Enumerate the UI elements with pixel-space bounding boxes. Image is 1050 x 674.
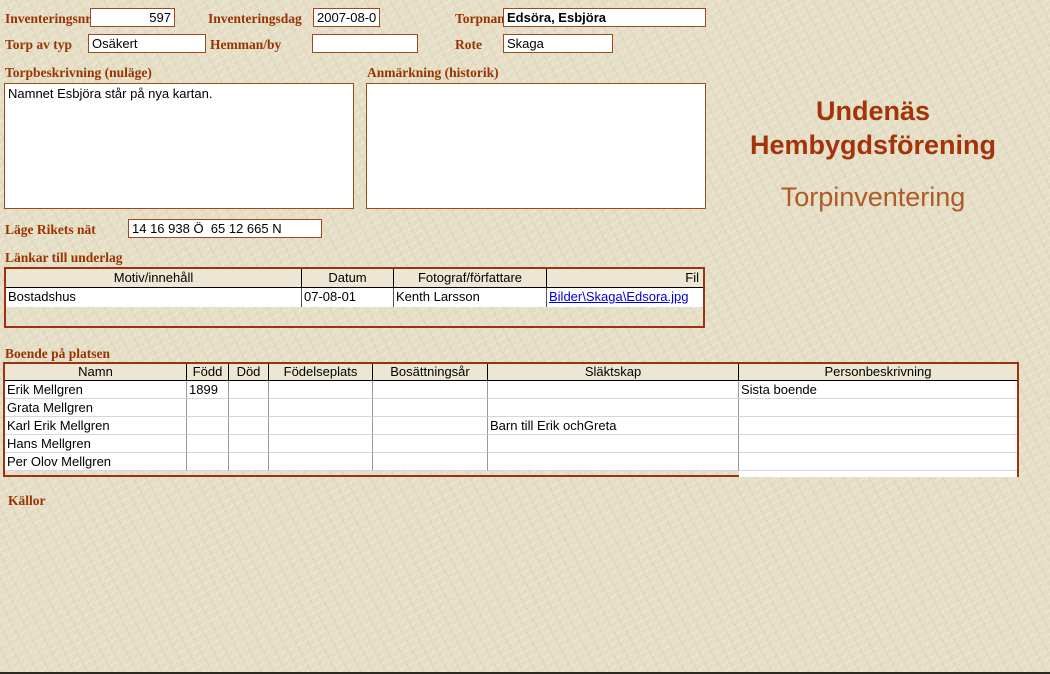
residents-header-personbeskrivning: Personbeskrivning (739, 364, 1017, 381)
resident-kinship (488, 399, 739, 417)
resident-name: Karl Erik Mellgren (5, 417, 187, 435)
rote-input[interactable] (503, 34, 613, 53)
rote-label: Rote (455, 37, 482, 53)
inventeringsdag-input[interactable] (313, 8, 380, 27)
torpinventering-form-page: Inventeringsnr Inventeringsdag Torpnamn … (0, 0, 1050, 674)
resident-died (229, 399, 269, 417)
residents-filler-row (5, 471, 1017, 477)
resident-born (187, 399, 229, 417)
links-cell-fil: Bilder\Skaga\Edsora.jpg (547, 288, 703, 307)
resident-birthplace (269, 399, 373, 417)
resident-died (229, 381, 269, 399)
residents-header-slaktskap: Släktskap (488, 364, 739, 381)
resident-birthplace (269, 381, 373, 399)
resident-description (739, 435, 1017, 453)
links-table-header-row: Motiv/innehåll Datum Fotograf/författare… (6, 269, 703, 288)
inventeringsnr-input[interactable] (90, 8, 175, 27)
resident-died (229, 417, 269, 435)
torp-av-typ-input[interactable] (88, 34, 206, 53)
org-title-line1: Undenäs (712, 94, 1034, 128)
resident-kinship: Barn till Erik ochGreta (488, 417, 739, 435)
resident-kinship (488, 381, 739, 399)
resident-settled-year (373, 417, 488, 435)
resident-settled-year (373, 381, 488, 399)
residents-row-4: Hans Mellgren (5, 435, 1017, 453)
resident-died (229, 453, 269, 471)
residents-header-row: Namn Född Död Födelseplats Bosättningsår… (5, 364, 1017, 381)
inventeringsnr-label: Inventeringsnr (5, 11, 91, 27)
resident-birthplace (269, 417, 373, 435)
torp-av-typ-label: Torp av typ (5, 37, 72, 53)
links-header-motiv: Motiv/innehåll (6, 269, 302, 288)
residents-header-namn: Namn (5, 364, 187, 381)
resident-born (187, 453, 229, 471)
resident-died (229, 435, 269, 453)
links-header-fotograf: Fotograf/författare (394, 269, 547, 288)
torpbeskrivning-textarea[interactable]: Namnet Esbjöra står på nya kartan. (4, 83, 354, 209)
links-header-fil: Fil (547, 269, 703, 288)
org-title-line2: Hembygdsförening (712, 128, 1034, 162)
links-table-empty-row (6, 307, 703, 326)
resident-name: Hans Mellgren (5, 435, 187, 453)
resident-settled-year (373, 453, 488, 471)
resident-description: Sista boende (739, 381, 1017, 399)
resident-name: Erik Mellgren (5, 381, 187, 399)
links-cell-motiv: Bostadshus (6, 288, 302, 307)
resident-birthplace (269, 453, 373, 471)
residents-row-5: Per Olov Mellgren (5, 453, 1017, 471)
resident-name: Grata Mellgren (5, 399, 187, 417)
links-cell-fotograf: Kenth Larsson (394, 288, 547, 307)
resident-settled-year (373, 435, 488, 453)
anmarkning-textarea[interactable] (366, 83, 706, 209)
hemman-by-input[interactable] (312, 34, 418, 53)
torpbeskrivning-label: Torpbeskrivning (nuläge) (5, 65, 152, 81)
resident-description (739, 453, 1017, 471)
resident-born (187, 435, 229, 453)
resident-birthplace (269, 435, 373, 453)
anmarkning-label: Anmärkning (historik) (367, 65, 499, 81)
resident-kinship (488, 435, 739, 453)
resident-description (739, 399, 1017, 417)
lage-rikets-nat-label: Läge Rikets nät (5, 222, 96, 238)
residents-header-fodelseplats: Födelseplats (269, 364, 373, 381)
links-header-datum: Datum (302, 269, 394, 288)
links-table: Motiv/innehåll Datum Fotograf/författare… (4, 267, 705, 328)
kallor-label: Källor (8, 493, 46, 509)
resident-born (187, 417, 229, 435)
resident-name: Per Olov Mellgren (5, 453, 187, 471)
residents-row-3: Karl Erik Mellgren Barn till Erik ochGre… (5, 417, 1017, 435)
links-cell-datum: 07-08-01 (302, 288, 394, 307)
page-subtitle: Torpinventering (712, 182, 1034, 213)
residents-row-2: Grata Mellgren (5, 399, 1017, 417)
lankar-till-underlag-label: Länkar till underlag (5, 250, 123, 266)
resident-settled-year (373, 399, 488, 417)
resident-description (739, 417, 1017, 435)
lage-rikets-nat-input[interactable] (128, 219, 322, 238)
org-title: Undenäs Hembygdsförening (712, 94, 1034, 162)
residents-header-fodd: Född (187, 364, 229, 381)
resident-born: 1899 (187, 381, 229, 399)
hemman-by-label: Hemman/by (210, 37, 281, 53)
boende-pa-platsen-label: Boende på platsen (5, 346, 110, 362)
residents-header-dod: Död (229, 364, 269, 381)
links-table-row: Bostadshus 07-08-01 Kenth Larsson Bilder… (6, 288, 703, 307)
torpnamn-input[interactable] (503, 8, 706, 27)
residents-table: Namn Född Död Födelseplats Bosättningsår… (3, 362, 1019, 477)
inventeringsdag-label: Inventeringsdag (208, 11, 302, 27)
residents-header-bosattningsar: Bosättningsår (373, 364, 488, 381)
file-link[interactable]: Bilder\Skaga\Edsora.jpg (549, 289, 688, 304)
resident-kinship (488, 453, 739, 471)
residents-row-1: Erik Mellgren 1899 Sista boende (5, 381, 1017, 399)
